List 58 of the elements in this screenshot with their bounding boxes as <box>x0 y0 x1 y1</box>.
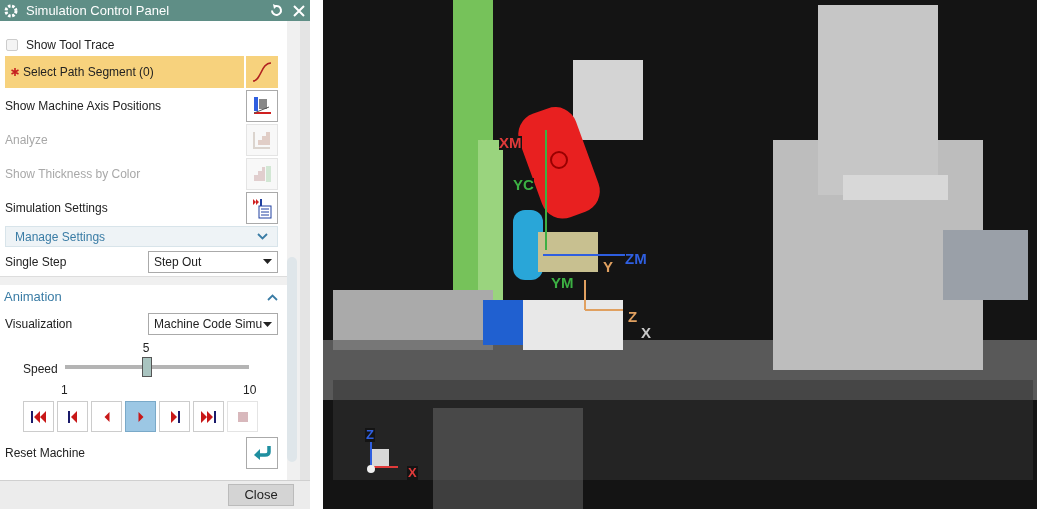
axis-chart-icon <box>251 95 273 117</box>
stairs-gradient-icon <box>251 163 273 185</box>
dropdown-caret-icon <box>263 259 272 264</box>
action-label: Simulation Settings <box>5 200 109 217</box>
slider-label: Speed <box>23 361 58 378</box>
triad-label: X <box>407 466 418 480</box>
dropdown[interactable]: Machine Code Simu <box>148 313 278 335</box>
skip-to-start-icon <box>28 409 49 424</box>
checkbox-label: Show Tool Trace <box>26 36 115 54</box>
checkbox[interactable] <box>6 38 18 51</box>
action-label: Show Machine Axis Positions <box>5 98 163 115</box>
playback-button[interactable] <box>23 401 54 432</box>
axis-label: YC <box>513 178 534 192</box>
axis-label: ZM <box>625 252 647 266</box>
action-button[interactable] <box>246 192 278 224</box>
list-settings-icon <box>251 197 273 219</box>
axis-label: YM <box>551 276 574 290</box>
action-label: Show Thickness by Color <box>5 166 142 183</box>
play-icon <box>137 411 144 422</box>
playback-button[interactable] <box>57 401 88 432</box>
axis-label: X <box>641 326 651 340</box>
curve-button[interactable] <box>246 56 278 88</box>
dropdown-caret-icon <box>263 321 272 327</box>
section-header[interactable]: Animation <box>0 285 287 309</box>
action-label: Analyze <box>5 132 49 149</box>
close-button[interactable]: Close <box>228 484 294 506</box>
reverse-play-icon <box>103 411 110 422</box>
dropdown[interactable]: Step Out <box>148 250 278 273</box>
skip-to-end-icon <box>198 409 219 424</box>
chevron-down-icon <box>257 233 268 240</box>
gear-icon <box>4 3 18 18</box>
axis-label: Y <box>603 260 613 274</box>
scrollbar[interactable] <box>287 257 297 462</box>
window-title: Simulation Control Panel <box>26 1 171 20</box>
selection-field[interactable]: Select Path Segment (0) <box>5 56 244 88</box>
curve-icon <box>251 61 273 83</box>
field-label: Single Step <box>5 253 68 271</box>
slider-min: 1 <box>61 382 68 399</box>
reset-button[interactable] <box>246 437 278 469</box>
action-button[interactable] <box>246 90 278 122</box>
slider-thumb[interactable] <box>141 357 152 377</box>
triad-label: Z <box>365 428 375 442</box>
field-label: Visualization <box>5 316 74 333</box>
field-label: Reset Machine <box>5 445 87 462</box>
return-arrow-icon <box>252 445 272 461</box>
group-header[interactable]: Manage Settings <box>5 226 278 247</box>
chevron-up-icon <box>267 293 278 301</box>
3d-viewport[interactable]: XM YC ZM YM Y Z X Z X <box>323 0 1037 509</box>
refresh-icon[interactable] <box>269 3 284 18</box>
close-icon[interactable] <box>292 3 306 18</box>
axis-label: XM <box>499 136 522 150</box>
playback-button[interactable] <box>193 401 224 432</box>
slider-value: 5 <box>142 340 150 357</box>
axis-label: Z <box>628 310 638 324</box>
slider-max: 10 <box>243 382 257 399</box>
playback-button[interactable] <box>159 401 190 432</box>
selection-label: Select Path Segment (0) <box>23 64 154 81</box>
stairs-ruler-icon <box>251 129 273 151</box>
